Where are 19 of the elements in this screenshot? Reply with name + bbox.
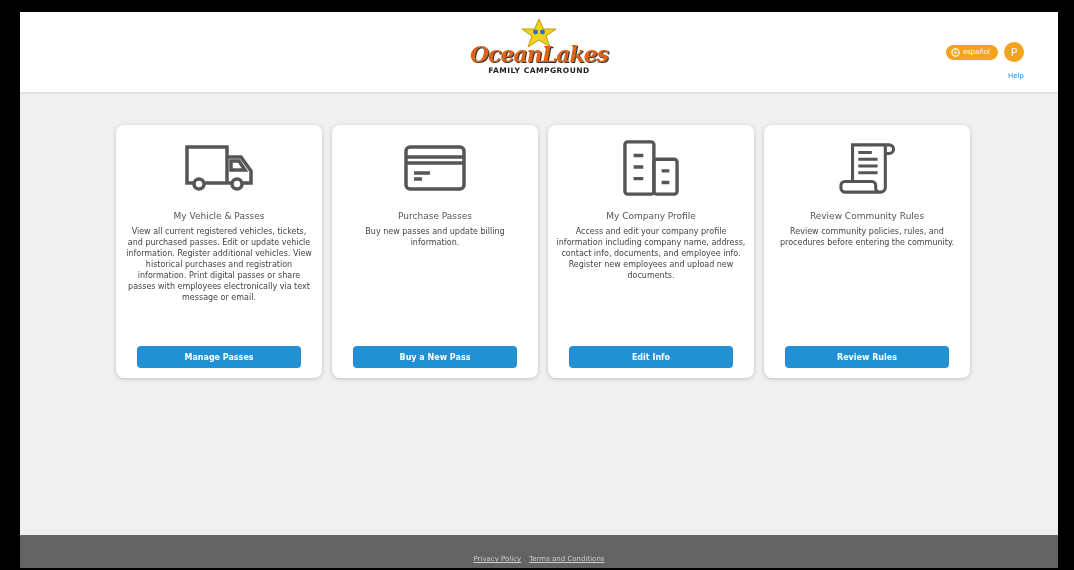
scroll-icon: [839, 141, 895, 195]
building-icon: [623, 140, 679, 196]
globe-icon: [950, 47, 960, 57]
avatar-button[interactable]: P: [1004, 42, 1024, 62]
card-button[interactable]: Manage Passes: [137, 346, 301, 368]
card-description: View all current registered vehicles, tickets, and purchased passes. Edit or update vehicle information. Register additional vehicles. View historical purchases and registration information. Print digital passes or share passes with employees electronically via text message or email.: [125, 226, 313, 304]
logo-name: OceanLakes: [469, 42, 609, 66]
card-button[interactable]: Buy a New Pass: [353, 346, 517, 368]
card-description: Review community policies, rules, and procedures before entering the community.: [779, 226, 955, 249]
card-button[interactable]: Review Rules: [785, 346, 949, 368]
credit-card-icon: [404, 145, 466, 191]
truck-icon: [185, 145, 253, 191]
card-description: Buy new passes and update billing information.: [364, 226, 506, 249]
card-title: Review Community Rules: [809, 211, 925, 221]
card-title: Purchase Passes: [398, 211, 472, 221]
card-description: Access and edit your company profile information including company name, address, contact info, documents, and employee info. Register new employees and upload new documents.: [556, 226, 746, 282]
card-title: My Company Profile: [606, 211, 696, 221]
card-title: My Vehicle & Passes: [173, 211, 265, 221]
card-button[interactable]: Edit Info: [569, 346, 733, 368]
